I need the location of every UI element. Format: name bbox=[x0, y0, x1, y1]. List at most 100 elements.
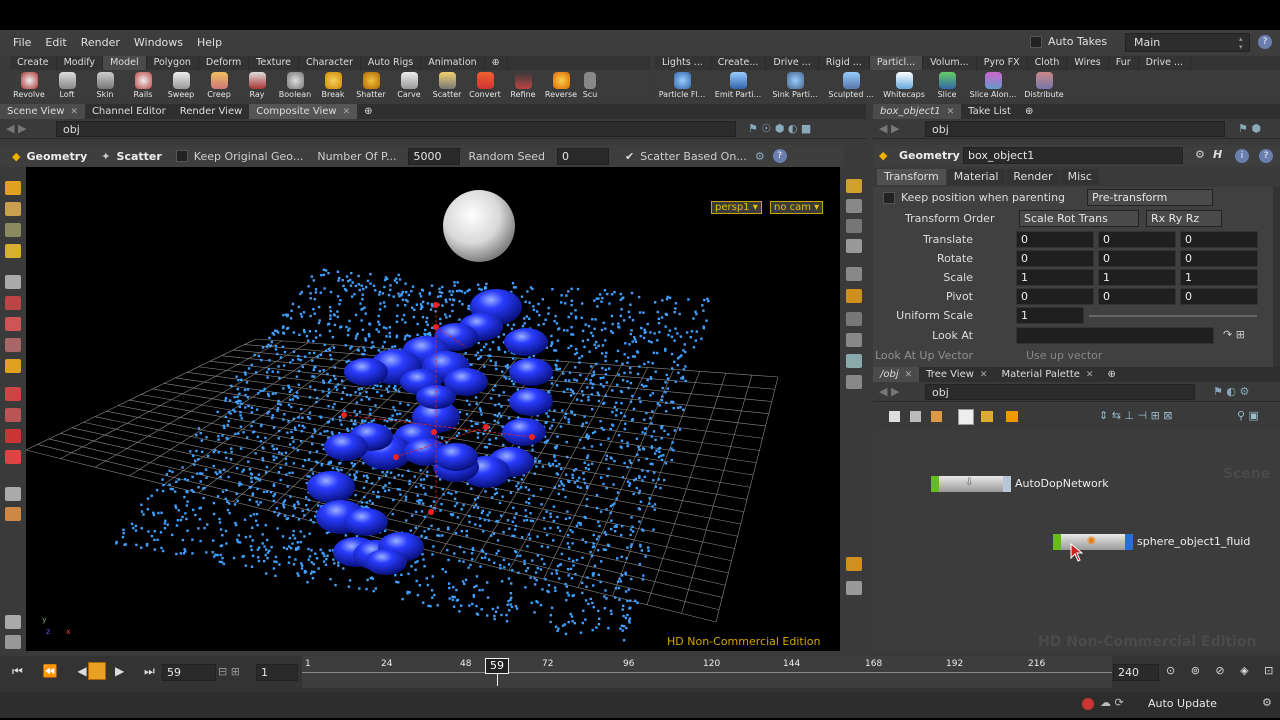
shelf-tab-texture[interactable]: Texture bbox=[249, 56, 300, 70]
close-icon[interactable]: ✕ bbox=[1086, 370, 1094, 380]
playback-forward-icons[interactable]: ▶ ⏭ bbox=[115, 664, 163, 679]
shelf-tab-modify[interactable]: Modify bbox=[57, 56, 104, 70]
uniform-scale-field[interactable]: 1 bbox=[1016, 307, 1084, 324]
view-icon[interactable] bbox=[5, 317, 21, 331]
tool-revolve[interactable]: Revolve bbox=[10, 70, 48, 103]
display-flag[interactable] bbox=[1053, 534, 1061, 550]
close-icon[interactable]: ✕ bbox=[947, 107, 955, 117]
shelf-tab-pyro[interactable]: Pyro FX bbox=[977, 56, 1028, 70]
tool-creep[interactable]: Creep bbox=[200, 70, 238, 103]
handle-icon[interactable] bbox=[5, 296, 21, 310]
translate-z[interactable]: 0 bbox=[1180, 231, 1258, 248]
handle-point[interactable] bbox=[393, 454, 399, 460]
info-icon[interactable]: i bbox=[1235, 149, 1249, 163]
handle-point[interactable] bbox=[529, 434, 535, 440]
tool-distribute[interactable]: Distribute bbox=[1021, 70, 1067, 103]
points-icon[interactable] bbox=[846, 333, 862, 347]
box-icon[interactable] bbox=[1006, 411, 1018, 422]
shelf-tab-lights[interactable]: Lights ... bbox=[655, 56, 711, 70]
shelf-tab-auto-rigs[interactable]: Auto Rigs bbox=[361, 56, 422, 70]
tool-loft[interactable]: Loft bbox=[48, 70, 86, 103]
tool-reverse[interactable]: Reverse bbox=[542, 70, 580, 103]
shelf-tab-polygon[interactable]: Polygon bbox=[147, 56, 199, 70]
select-icon[interactable] bbox=[5, 181, 21, 195]
auto-update-select[interactable]: Auto Update bbox=[1144, 696, 1254, 713]
tool-boolean[interactable]: Boolean bbox=[276, 70, 314, 103]
pin-icon[interactable]: ⚑ ☉ ⬢ ◐ ■ bbox=[748, 122, 811, 135]
shelf-tab-model[interactable]: Model bbox=[103, 56, 147, 70]
scatter-active-icon[interactable] bbox=[5, 359, 21, 373]
handle-point[interactable] bbox=[483, 424, 489, 430]
tab-material[interactable]: Material bbox=[946, 169, 1006, 185]
add-tab-icon[interactable]: ⊕ bbox=[1018, 104, 1040, 119]
tool-sweep[interactable]: Sweep bbox=[162, 70, 200, 103]
tool-sculpt[interactable]: Scu bbox=[580, 70, 600, 103]
tab-material-palette[interactable]: Material Palette ✕ bbox=[994, 367, 1100, 383]
tool-carve[interactable]: Carve bbox=[390, 70, 428, 103]
pin-icon[interactable]: ⚑ ◐ ⚙ bbox=[1213, 385, 1249, 398]
tab-channel-editor[interactable]: Channel Editor bbox=[85, 104, 173, 119]
close-icon[interactable]: ✕ bbox=[980, 370, 988, 380]
param-scrollbar[interactable] bbox=[1273, 187, 1280, 394]
pin-icon[interactable]: ⚑ ⬢ bbox=[1238, 122, 1261, 135]
tab-render-view[interactable]: Render View bbox=[173, 104, 250, 119]
rotate-x[interactable]: 0 bbox=[1016, 250, 1094, 267]
tool-sink-particle[interactable]: Sink Parti... bbox=[767, 70, 823, 103]
list-icon[interactable] bbox=[889, 411, 900, 422]
rotate-icon[interactable] bbox=[5, 223, 21, 237]
scale-z[interactable]: 1 bbox=[1180, 269, 1258, 286]
playhead[interactable]: 59 bbox=[485, 658, 509, 674]
add-tab-icon[interactable]: ⊕ bbox=[357, 104, 379, 119]
translate-y[interactable]: 0 bbox=[1098, 231, 1176, 248]
scale-icon[interactable] bbox=[5, 244, 21, 258]
end-frame-field[interactable]: 240 bbox=[1113, 664, 1159, 681]
jump-icon[interactable]: ↷ ⊞ bbox=[1223, 328, 1245, 341]
tab-scene-view[interactable]: Scene View ✕ bbox=[0, 103, 85, 120]
scale-x[interactable]: 1 bbox=[1016, 269, 1094, 286]
rotate-order-select[interactable]: Rx Ry Rz bbox=[1146, 210, 1222, 227]
playback-start-icons[interactable]: ⏮ ⏪ ◀ bbox=[12, 664, 95, 679]
close-icon[interactable]: ✕ bbox=[70, 107, 78, 117]
snapshot-icon[interactable] bbox=[846, 581, 862, 595]
menu-file[interactable]: File bbox=[6, 30, 38, 56]
shelf-tab-wires[interactable]: Wires bbox=[1067, 56, 1109, 70]
handle-point[interactable] bbox=[428, 509, 434, 515]
tool-sculpted[interactable]: Sculpted ... bbox=[823, 70, 879, 103]
check-icon[interactable]: ✔ bbox=[625, 150, 634, 163]
back-icon[interactable]: ◀ ▶ bbox=[6, 122, 26, 135]
menu-windows[interactable]: Windows bbox=[127, 30, 190, 56]
camera-view-icon[interactable] bbox=[846, 375, 862, 389]
frame-step-field[interactable]: 1 bbox=[256, 664, 298, 681]
random-seed-field[interactable]: 0 bbox=[557, 147, 610, 165]
nav-icon[interactable]: ◀ ▶ bbox=[879, 122, 899, 135]
add-tab-icon[interactable]: ⊕ bbox=[1100, 367, 1122, 382]
rotate-y[interactable]: 0 bbox=[1098, 250, 1176, 267]
tool-ray[interactable]: Ray bbox=[238, 70, 276, 103]
shelf-tab-cloth[interactable]: Cloth bbox=[1028, 56, 1068, 70]
shelf-tab-particles[interactable]: Particl... bbox=[869, 56, 924, 70]
move-icon[interactable] bbox=[5, 202, 21, 216]
scene-path-field[interactable]: obj bbox=[56, 121, 736, 137]
tab-take-list[interactable]: Take List bbox=[961, 104, 1018, 119]
render-flag[interactable] bbox=[1003, 476, 1011, 492]
tool-shatter[interactable]: Shatter bbox=[352, 70, 390, 103]
camera-menu[interactable]: persp1 ▾ bbox=[711, 201, 762, 214]
gear-icon[interactable]: ⚙ bbox=[1195, 148, 1205, 161]
viewport-canvas[interactable] bbox=[26, 167, 840, 651]
param-help-icon[interactable]: ? bbox=[1259, 149, 1273, 163]
uniform-scale-slider[interactable] bbox=[1089, 315, 1257, 317]
render-icon[interactable] bbox=[5, 615, 21, 629]
handle-point[interactable] bbox=[433, 302, 439, 308]
look-at-field[interactable] bbox=[1016, 327, 1214, 344]
keep-position-checkbox[interactable] bbox=[883, 192, 895, 204]
menu-render[interactable]: Render bbox=[74, 30, 127, 56]
template-icon[interactable] bbox=[846, 312, 862, 326]
snap-icon[interactable] bbox=[5, 408, 21, 422]
pose-icon[interactable] bbox=[5, 275, 21, 289]
tool-emit-particle[interactable]: Emit Parti... bbox=[709, 70, 767, 103]
render-flag[interactable] bbox=[1125, 534, 1133, 550]
shelf-tab-fur[interactable]: Fur bbox=[1109, 56, 1139, 70]
shelf-tab-character[interactable]: Character bbox=[299, 56, 361, 70]
tab-obj[interactable]: /obj ✕ bbox=[873, 366, 920, 383]
pivot-y[interactable]: 0 bbox=[1098, 288, 1176, 305]
